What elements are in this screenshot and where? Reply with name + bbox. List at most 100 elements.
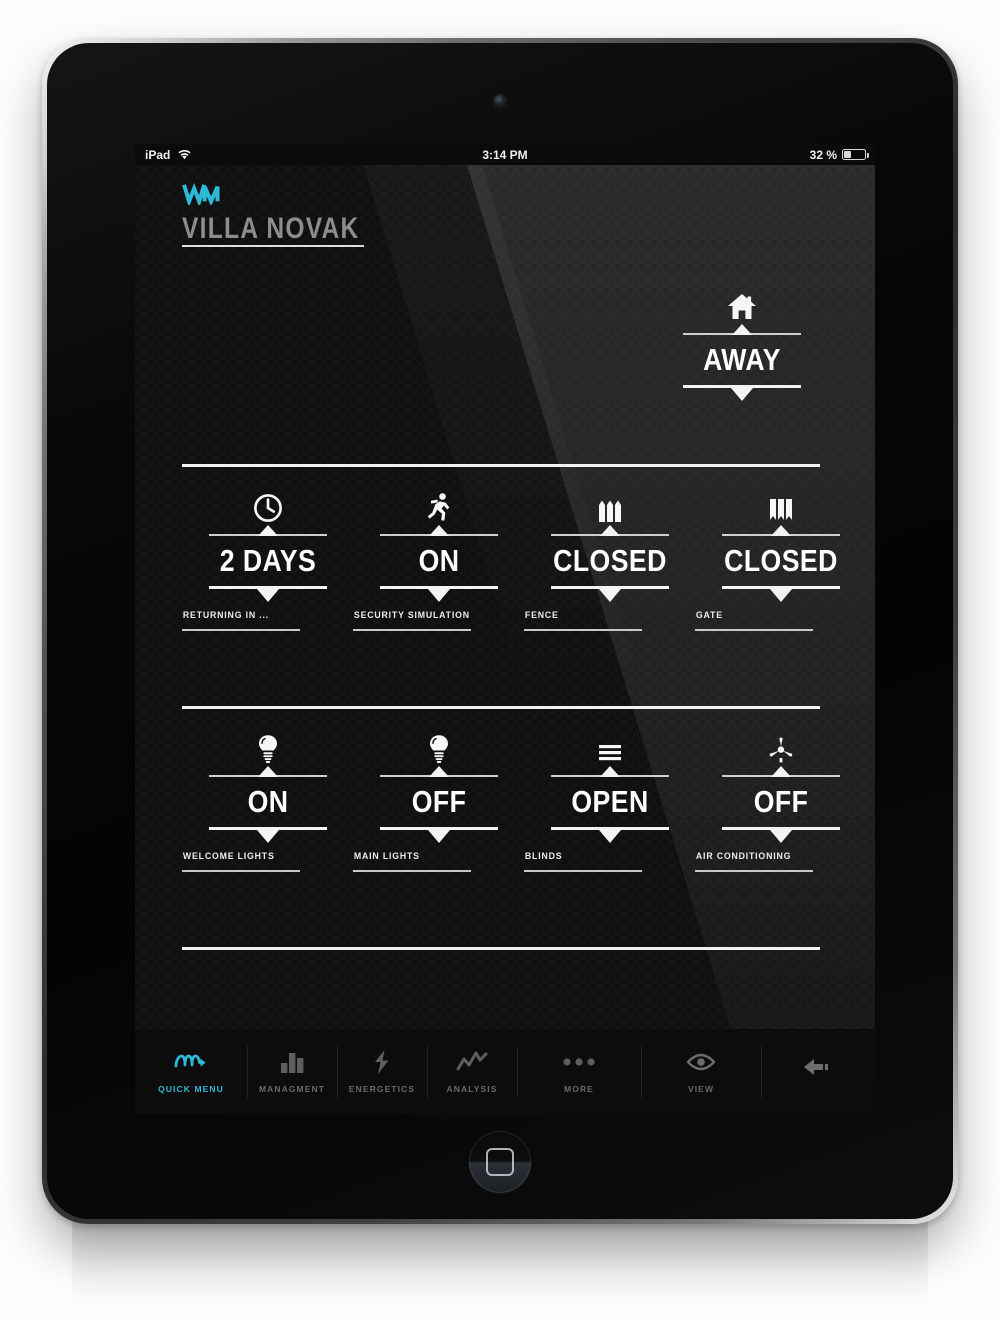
tile-value: OPEN xyxy=(571,783,649,819)
status-left: iPad xyxy=(135,148,192,162)
tile-row-1: 2 DAYS RETURNING IN ... ON SECURITY SIMU… xyxy=(182,489,840,631)
tile-underline xyxy=(353,870,471,872)
tile-rule-top xyxy=(380,775,498,777)
tile-rule-bottom xyxy=(209,827,327,831)
gate-icon xyxy=(695,489,867,523)
nav-item-back[interactable] xyxy=(761,1044,871,1100)
tile-air-conditioning[interactable]: OFF AIR CONDITIONING xyxy=(695,730,867,872)
tile-rule-bottom xyxy=(380,827,498,831)
status-right: 32 % xyxy=(809,147,869,162)
fence-icon xyxy=(524,489,696,523)
tile-label: MAIN LIGHTS xyxy=(353,851,420,863)
tile-underline xyxy=(524,629,642,631)
tile-rule-bottom xyxy=(722,827,840,831)
tile-label: GATE xyxy=(695,610,723,622)
running-man-icon xyxy=(353,489,525,523)
tile-underline xyxy=(182,629,300,631)
tile-value: OFF xyxy=(753,783,809,819)
wave-arrow-icon xyxy=(173,1049,209,1075)
tile-value: ON xyxy=(247,783,289,819)
ipad-bezel: iPad 3:14 PM 32 % VILLA NOVAK AWAY 2 DAY… xyxy=(47,43,953,1219)
tile-label: RETURNING IN ... xyxy=(182,610,270,622)
nav-label: ENERGETICS xyxy=(348,1084,416,1094)
tile-underline xyxy=(524,870,642,872)
tile-label: AIR CONDITIONING xyxy=(695,851,792,863)
tile-rule-top xyxy=(209,775,327,777)
tile-rule-bottom xyxy=(722,586,840,590)
title-underline xyxy=(182,245,364,247)
nav-label: MORE xyxy=(564,1084,594,1094)
tile-row-2: ON WELCOME LIGHTS OFF MAIN LIGHTS OPEN B… xyxy=(182,730,840,872)
tile-blinds[interactable]: OPEN BLINDS xyxy=(524,730,696,872)
house-icon xyxy=(656,287,828,321)
tile-rule-bottom xyxy=(209,586,327,590)
carrier-label: iPad xyxy=(145,147,171,162)
tile-underline xyxy=(695,629,813,631)
tile-value: OFF xyxy=(411,783,467,819)
nav-label: MANAGMENT xyxy=(258,1084,326,1094)
lightning-icon xyxy=(370,1049,394,1075)
lightbulb-icon xyxy=(353,730,525,764)
tile-returning-in[interactable]: 2 DAYS RETURNING IN ... xyxy=(182,489,354,631)
tile-underline xyxy=(695,870,813,872)
tile-welcome-lights[interactable]: ON WELCOME LIGHTS xyxy=(182,730,354,872)
tile-value: AWAY xyxy=(703,341,781,377)
nav-label: QUICK MENU xyxy=(158,1084,224,1094)
tile-label: WELCOME LIGHTS xyxy=(182,851,275,863)
ipad-device: iPad 3:14 PM 32 % VILLA NOVAK AWAY 2 DAY… xyxy=(42,38,958,1224)
tile-rule-top xyxy=(380,534,498,536)
nav-label: ANALYSIS xyxy=(446,1084,498,1094)
tile-label: BLINDS xyxy=(524,851,563,863)
tile-underline xyxy=(353,629,471,631)
tile-rule-bottom xyxy=(683,385,801,389)
tile-fence[interactable]: CLOSED FENCE xyxy=(524,489,696,631)
nav-item-analysis[interactable]: ANALYSIS xyxy=(427,1044,517,1100)
nav-item-energetics[interactable]: ENERGETICS xyxy=(337,1044,427,1100)
tile-security-simulation[interactable]: ON SECURITY SIMULATION xyxy=(353,489,525,631)
battery-icon xyxy=(842,149,869,160)
vm-logo-icon xyxy=(182,183,220,205)
front-camera-icon xyxy=(494,95,506,107)
status-bar: iPad 3:14 PM 32 % xyxy=(135,144,875,165)
device-reflection xyxy=(72,1218,928,1321)
nav-item-view[interactable]: VIEW xyxy=(641,1044,761,1100)
tile-label: SECURITY SIMULATION xyxy=(353,610,470,622)
tile-rule-bottom xyxy=(551,586,669,590)
app-content: VILLA NOVAK AWAY 2 DAYS RETURNING IN ...… xyxy=(135,165,875,1114)
ellipsis-icon xyxy=(562,1049,596,1075)
bar-chart-icon xyxy=(277,1049,307,1075)
battery-percent-label: 32 % xyxy=(809,147,837,162)
tile-value: ON xyxy=(418,542,460,578)
app-header: VILLA NOVAK xyxy=(182,183,399,250)
section-divider-2 xyxy=(182,706,820,709)
battery-fill xyxy=(844,151,852,158)
tile-gate[interactable]: CLOSED GATE xyxy=(695,489,867,631)
back-arrow-icon xyxy=(801,1054,831,1080)
blinds-icon xyxy=(524,730,696,764)
nav-item-quick-menu[interactable]: QUICK MENU xyxy=(135,1044,247,1100)
lightbulb-icon xyxy=(182,730,354,764)
tile-label: FENCE xyxy=(524,610,559,622)
fan-icon xyxy=(695,730,867,764)
home-button[interactable] xyxy=(469,1131,531,1193)
bottom-navigation: QUICK MENU MANAGMENT ENERGETICS ANALYSIS… xyxy=(135,1029,875,1114)
tile-rule-top xyxy=(209,534,327,536)
tile-underline xyxy=(182,870,300,872)
tile-value: 2 DAYS xyxy=(219,542,317,578)
tile-value: CLOSED xyxy=(724,542,838,578)
status-time: 3:14 PM xyxy=(482,147,528,162)
tile-rule-bottom xyxy=(380,586,498,590)
tile-away[interactable]: AWAY xyxy=(656,287,828,389)
tile-rule-top xyxy=(551,775,669,777)
tile-main-lights[interactable]: OFF MAIN LIGHTS xyxy=(353,730,525,872)
section-divider-1 xyxy=(182,464,820,467)
nav-item-managment[interactable]: MANAGMENT xyxy=(247,1044,337,1100)
section-divider-3 xyxy=(182,947,820,950)
tile-rule-top xyxy=(722,534,840,536)
trend-line-icon xyxy=(456,1049,488,1075)
tile-rule-top xyxy=(551,534,669,536)
nav-item-more[interactable]: MORE xyxy=(517,1044,641,1100)
nav-label: VIEW xyxy=(687,1084,715,1094)
tile-rule-top xyxy=(683,333,801,335)
ipad-screen: iPad 3:14 PM 32 % VILLA NOVAK AWAY 2 DAY… xyxy=(135,144,875,1114)
